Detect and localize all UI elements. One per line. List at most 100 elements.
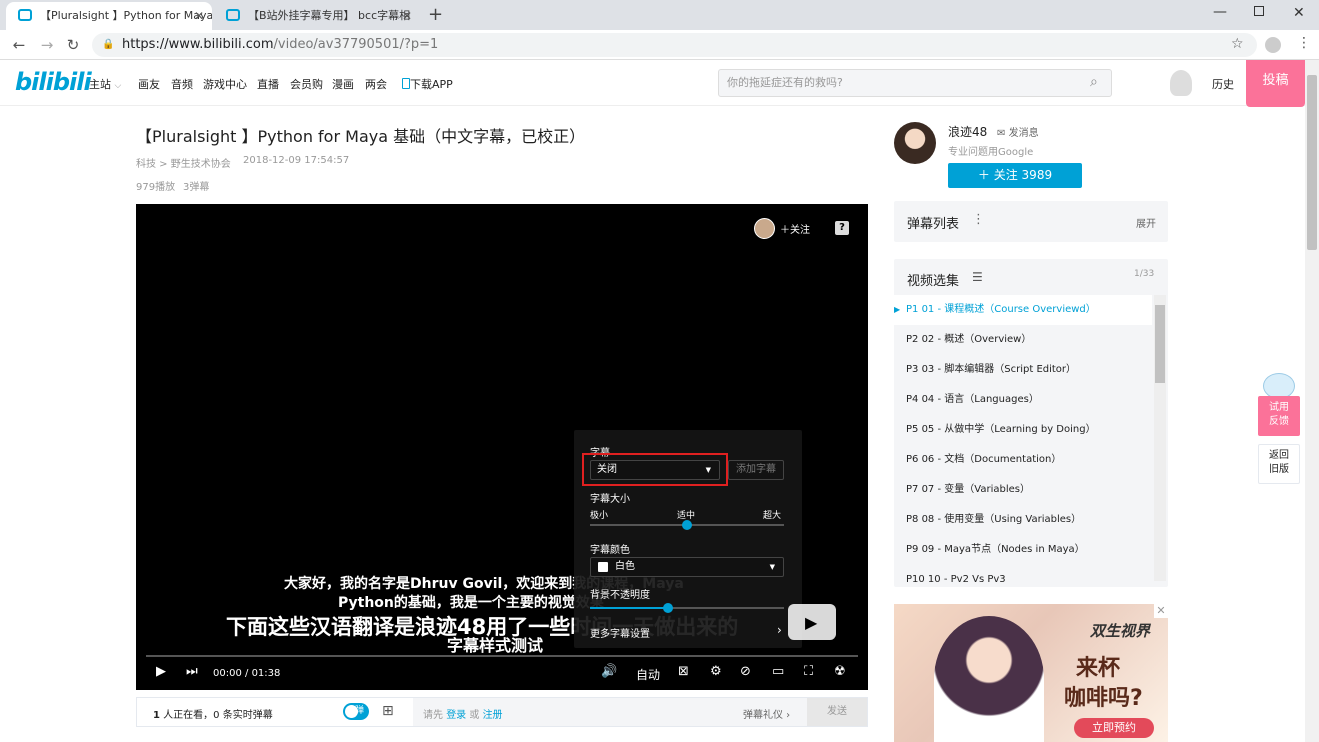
close-icon[interactable]: ✕	[194, 2, 204, 30]
play-indicator-icon: ▶	[894, 305, 901, 314]
register-link[interactable]: 注册	[483, 710, 503, 721]
search-icon[interactable]: ⌕	[1090, 74, 1098, 90]
danmaku-list-panel[interactable]: 弹幕列表 ⋮ 展开	[894, 201, 1168, 242]
subtitle-color-select[interactable]: 白色 ▼	[590, 557, 784, 577]
danmaku-off-icon[interactable]: ⊠	[678, 664, 689, 679]
player-follow-button[interactable]: ＋关注	[780, 221, 810, 236]
highlight-box	[582, 453, 728, 486]
bookmark-star-icon[interactable]: ☆	[1231, 36, 1244, 52]
nav-manga[interactable]: 漫画	[332, 76, 354, 92]
page-scroll-thumb[interactable]	[1307, 75, 1317, 250]
more-dots-icon[interactable]: ⋮	[972, 212, 985, 227]
size-slider-knob[interactable]	[682, 520, 692, 530]
menu-dots-icon[interactable]: ⋮	[1297, 35, 1311, 51]
subtitle-size-label: 字幕大小	[590, 494, 630, 505]
nav-main[interactable]: 主站 ⌵	[89, 76, 121, 92]
close-icon[interactable]: ✕	[402, 2, 412, 30]
episode-scroll-thumb[interactable]	[1155, 305, 1165, 383]
subtitle-settings-panel: 字幕 关闭 ▼ 添加字幕 字幕大小 极小 适中 超大 字幕颜色 白色 ▼ 背景不…	[574, 430, 802, 648]
back-icon[interactable]: ←	[8, 34, 30, 56]
list-icon: ☰	[972, 270, 983, 284]
episode-item[interactable]: P5 05 - 从做中学（Learning by Doing）	[894, 415, 1152, 445]
episode-item-active[interactable]: ▶ P1 01 - 课程概述（Course Overviewd）	[894, 295, 1152, 325]
nav-history[interactable]: 历史	[1212, 76, 1234, 92]
nav-huayou[interactable]: 画友	[138, 76, 160, 92]
opacity-slider-knob[interactable]	[662, 603, 673, 613]
settings-gear-icon[interactable]: ⚙	[710, 664, 722, 679]
follow-button[interactable]: ＋ 关注 3989	[948, 163, 1082, 188]
minimize-icon[interactable]: —	[1213, 4, 1227, 20]
ad-cta-button[interactable]: 立即预约	[1074, 718, 1154, 738]
episode-item[interactable]: P10 10 - Pv2 Vs Pv3	[894, 565, 1152, 587]
forward-icon[interactable]: →	[36, 34, 58, 56]
help-icon[interactable]: ?	[835, 221, 849, 235]
tab-title: 【B站外挂字幕专用】 bcc字幕相	[248, 9, 411, 22]
chevron-right-icon[interactable]: ›	[777, 623, 782, 637]
new-tab-icon[interactable]: +	[428, 4, 443, 25]
lock-icon: 🔒	[102, 39, 115, 50]
quality-button[interactable]: 自动	[636, 666, 660, 683]
fullscreen-icon[interactable]: ☢	[834, 664, 846, 679]
site-header: bilibili 主站 ⌵ 画友 音频 游戏中心 直播 会员购 漫画 两会 下载…	[0, 60, 1305, 106]
bilibili-logo[interactable]: bilibili	[15, 68, 92, 96]
danmaku-etiquette-link[interactable]: 弹幕礼仪 ›	[743, 706, 790, 721]
advertisement-banner[interactable]: 双生视界 来杯 咖啡吗? 立即预约 ✕	[894, 604, 1168, 742]
profile-icon[interactable]	[1265, 37, 1281, 53]
progress-track[interactable]	[146, 655, 858, 657]
danmaku-toggle[interactable]: 弹	[343, 703, 369, 720]
episode-item[interactable]: P3 03 - 脚本编辑器（Script Editor）	[894, 355, 1152, 385]
nav-shop[interactable]: 会员购	[290, 76, 323, 92]
episode-item[interactable]: P6 06 - 文档（Documentation）	[894, 445, 1152, 475]
danmaku-settings-icon[interactable]: ⊞	[382, 703, 394, 719]
browser-tab-bar: 【Pluralsight 】Python for Maya ✕ 【B站外挂字幕专…	[0, 0, 1319, 30]
subtitle-color-label: 字幕颜色	[590, 545, 630, 556]
player-controls: ▶ ⏭ 00:00 / 01:38 🔊 自动 ⊠ ⚙ ⊘ ▭ ⛶ ☢	[136, 655, 868, 690]
add-subtitle-button[interactable]: 添加字幕	[728, 460, 784, 480]
time-display: 00:00 / 01:38	[213, 668, 281, 679]
bilibili-tv-icon	[226, 9, 240, 21]
nav-game[interactable]: 游戏中心	[203, 76, 247, 92]
volume-icon[interactable]: 🔊	[601, 664, 617, 679]
play-icon[interactable]: ▶	[156, 664, 166, 679]
browser-tab[interactable]: 【B站外挂字幕专用】 bcc字幕相 ✕	[214, 2, 420, 30]
upload-button[interactable]: 投稿	[1246, 60, 1305, 107]
uploader-avatar[interactable]	[894, 122, 936, 164]
watching-info: 1 人正在看，0 条实时弹幕	[153, 710, 273, 721]
pip-off-icon[interactable]: ⊘	[740, 664, 751, 679]
search-input[interactable]: 你的拖延症还有的救吗?	[718, 69, 1112, 97]
episode-item[interactable]: P8 08 - 使用变量（Using Variables）	[894, 505, 1152, 535]
episode-item[interactable]: P9 09 - Maya节点（Nodes in Maya）	[894, 535, 1152, 565]
ad-close-icon[interactable]: ✕	[1154, 604, 1168, 618]
episode-scrollbar[interactable]	[1154, 295, 1166, 581]
more-subtitle-settings[interactable]: 更多字幕设置	[590, 625, 650, 640]
window-close-icon[interactable]: ✕	[1293, 5, 1305, 21]
nav-lianghui[interactable]: 两会	[365, 76, 387, 92]
back-to-old-version-button[interactable]: 返回 旧版	[1258, 444, 1300, 484]
browser-tab-active[interactable]: 【Pluralsight 】Python for Maya ✕	[6, 2, 212, 30]
reload-icon[interactable]: ↻	[62, 34, 84, 56]
login-link[interactable]: 登录	[446, 710, 466, 721]
nav-audio[interactable]: 音频	[171, 76, 193, 92]
episode-item[interactable]: P2 02 - 概述（Overview）	[894, 325, 1152, 355]
widescreen-icon[interactable]: ⛶	[804, 664, 813, 679]
episode-item[interactable]: P4 04 - 语言（Languages）	[894, 385, 1152, 415]
maximize-icon[interactable]	[1254, 6, 1264, 16]
url-input[interactable]: 🔒 https://www.bilibili.com/video/av37790…	[92, 33, 1257, 57]
feedback-button[interactable]: 试用 反馈	[1258, 396, 1300, 436]
send-message-link[interactable]: ✉ 发消息	[997, 124, 1039, 139]
episode-item[interactable]: P7 07 - 变量（Variables）	[894, 475, 1152, 505]
episode-list-panel: 视频选集 ☰ 1/33 ▶ P1 01 - 课程概述（Course Overvie…	[894, 259, 1168, 587]
nav-live[interactable]: 直播	[257, 76, 279, 92]
subtitle-icon[interactable]: ▭	[772, 664, 784, 679]
avatar-mascot-icon[interactable]	[1170, 70, 1192, 96]
uploader-bio: 专业问题用Google	[948, 147, 1034, 158]
nav-download-app[interactable]: 下载APP	[402, 76, 453, 92]
expand-button[interactable]: 展开	[1136, 215, 1156, 230]
login-prompt: 请先 登录 或 注册	[423, 710, 503, 721]
video-category[interactable]: 科技 > 野生技术协会	[136, 155, 231, 170]
ad-text: 咖啡吗?	[1064, 686, 1143, 711]
uploader-name[interactable]: 浪迹48	[948, 123, 987, 140]
next-icon[interactable]: ⏭	[186, 664, 198, 679]
bg-opacity-label: 背景不透明度	[590, 590, 650, 601]
send-button[interactable]: 发送	[807, 698, 867, 726]
